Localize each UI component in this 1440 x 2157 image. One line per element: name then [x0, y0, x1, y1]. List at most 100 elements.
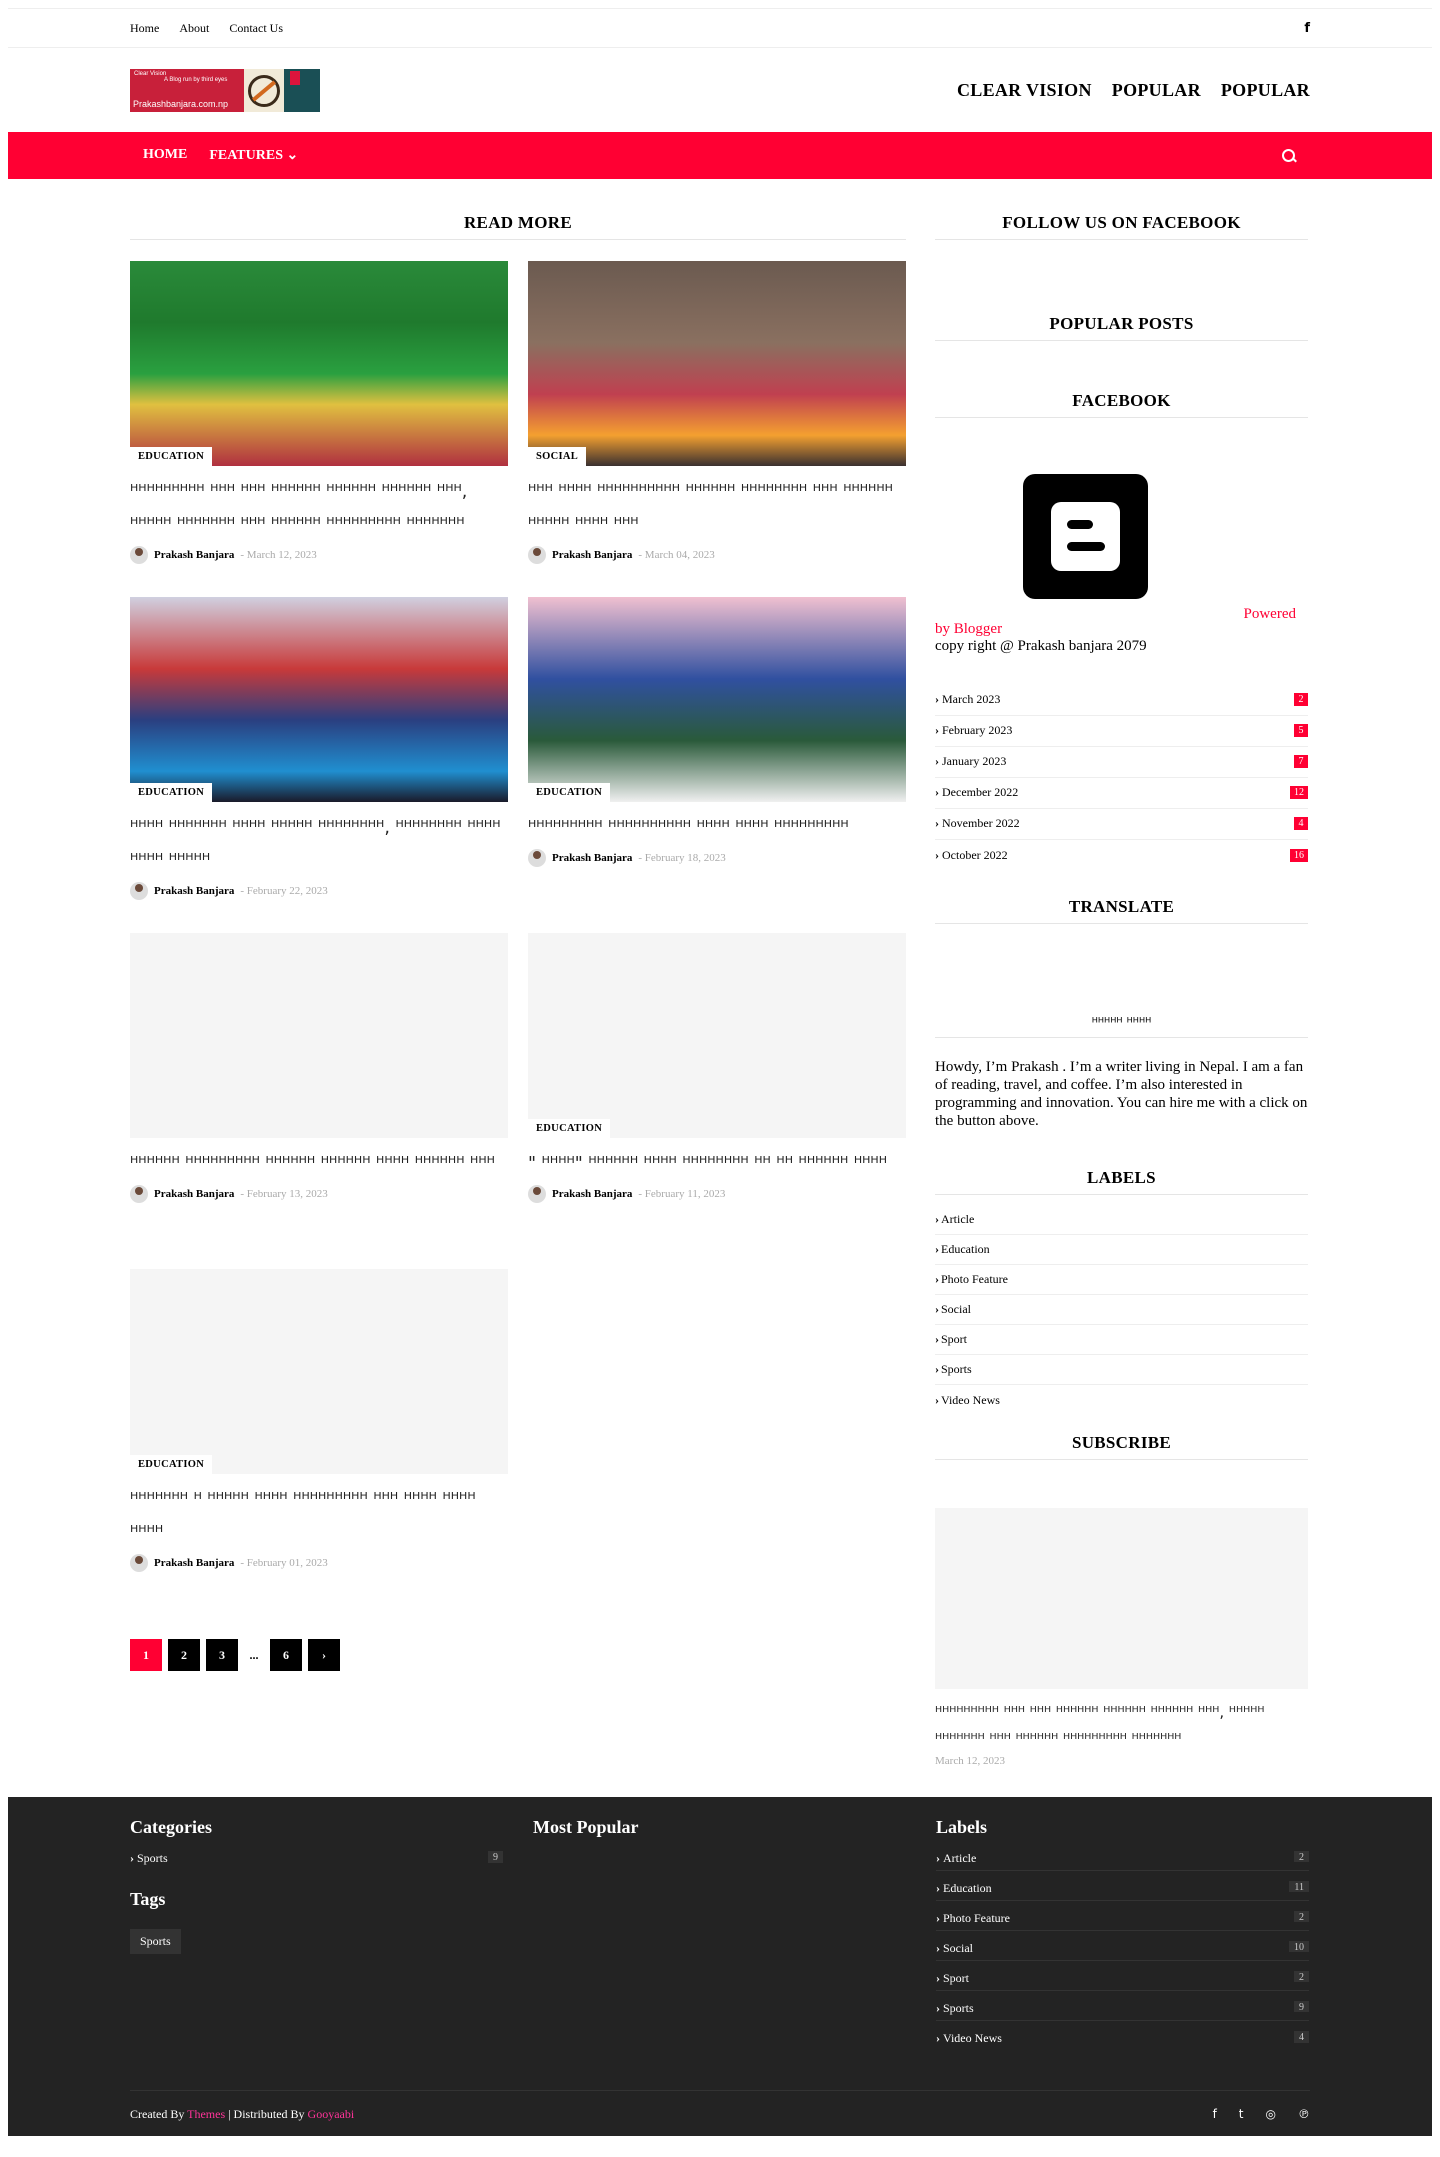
widget-title-labels: LABELS	[935, 1168, 1308, 1195]
avatar	[130, 546, 148, 564]
avatar	[130, 882, 148, 900]
post-author[interactable]: Prakash Banjara	[154, 885, 234, 897]
label-link[interactable]: Education	[935, 1235, 1308, 1265]
post-date: - February 22, 2023	[240, 885, 328, 897]
post-meta: Prakash Banjara - February 11, 2023	[528, 1185, 906, 1203]
main-column: READ MORE EDUCATION ᴴᴴᴴᴴᴴᴴᴴᴴᴴ ᴴᴴᴴ ᴴᴴᴴ ᴴᴴ…	[130, 213, 906, 1767]
label-link[interactable]: Article	[935, 1205, 1308, 1235]
twitter-icon[interactable]: t	[1239, 2107, 1244, 2122]
archive-item[interactable]: November 20224	[935, 809, 1308, 840]
credits-themes-link[interactable]: Themes	[187, 2107, 225, 2121]
nav-features[interactable]: FEATURES ⌄	[209, 147, 298, 164]
pinterest-icon[interactable]: ℗	[1298, 2107, 1310, 2122]
post-title[interactable]: ᴴᴴᴴᴴᴴᴴᴴᴴᴴ ᴴᴴᴴᴴᴴᴴᴴᴴᴴᴴ ᴴᴴᴴᴴ ᴴᴴᴴᴴ ᴴᴴᴴᴴᴴᴴᴴᴴᴴ	[528, 812, 906, 845]
top-link-contact[interactable]: Contact Us	[229, 21, 283, 36]
post-thumbnail[interactable]: EDUCATION	[528, 933, 906, 1138]
label-link[interactable]: Photo Feature	[935, 1265, 1308, 1295]
avatar	[528, 1185, 546, 1203]
page-2-button[interactable]: 2	[168, 1639, 200, 1671]
post-tag[interactable]: EDUCATION	[528, 1119, 611, 1138]
footer-label-item[interactable]: Photo Feature2	[936, 1911, 1309, 1931]
post-meta: Prakash Banjara - February 01, 2023	[130, 1554, 508, 1572]
powered-by-blogger-link[interactable]: by Blogger	[935, 621, 1308, 638]
post-author[interactable]: Prakash Banjara	[552, 549, 632, 561]
label-link[interactable]: Sports	[935, 1355, 1308, 1385]
archive-item[interactable]: October 202216	[935, 840, 1308, 871]
archive-item[interactable]: February 20235	[935, 716, 1308, 747]
header-nav-popular-2[interactable]: POPULAR	[1221, 80, 1310, 101]
post-card: SOCIAL ᴴᴴᴴ ᴴᴴᴴᴴ ᴴᴴᴴᴴᴴᴴᴴᴴᴴᴴ ᴴᴴᴴᴴᴴᴴ ᴴᴴᴴᴴᴴᴴ…	[528, 261, 906, 597]
search-icon[interactable]	[1282, 148, 1296, 163]
post-meta: Prakash Banjara - March 04, 2023	[528, 546, 906, 564]
footer-label-item[interactable]: Video News4	[936, 2031, 1309, 2051]
post-thumbnail[interactable]: EDUCATION	[130, 597, 508, 802]
post-card: EDUCATION ᴴᴴᴴᴴ ᴴᴴᴴᴴᴴᴴᴴ ᴴᴴᴴᴴ ᴴᴴᴴᴴᴴ ᴴᴴᴴᴴᴴᴴ…	[130, 597, 508, 933]
page-ellipsis: ...	[249, 1647, 259, 1662]
page-6-button[interactable]: 6	[270, 1639, 302, 1671]
footer-tags-title: Tags	[130, 1889, 166, 1909]
post-grid: EDUCATION ᴴᴴᴴᴴᴴᴴᴴᴴᴴ ᴴᴴᴴ ᴴᴴᴴ ᴴᴴᴴᴴᴴᴴ ᴴᴴᴴᴴᴴ…	[130, 261, 906, 1605]
sidebar: FOLLOW US ON FACEBOOK POPULAR POSTS FACE…	[935, 213, 1308, 1767]
post-author[interactable]: Prakash Banjara	[154, 1188, 234, 1200]
content-area: READ MORE EDUCATION ᴴᴴᴴᴴᴴᴴᴴᴴᴴ ᴴᴴᴴ ᴴᴴᴴ ᴴᴴ…	[8, 213, 1432, 1767]
site-logo[interactable]: Clear Vision A Blog run by third eyes Pr…	[130, 68, 320, 112]
blogger-icon[interactable]	[1023, 474, 1148, 599]
footer-category-item[interactable]: Sports 9	[130, 1851, 503, 1871]
footer-tag[interactable]: Sports	[130, 1929, 181, 1954]
subscribe-post-title[interactable]: ᴴᴴᴴᴴᴴᴴᴴᴴᴴ ᴴᴴᴴ ᴴᴴᴴ ᴴᴴᴴᴴᴴᴴ ᴴᴴᴴᴴᴴᴴ ᴴᴴᴴᴴᴴᴴ ᴴ…	[935, 1699, 1308, 1753]
header-nav-clear-vision[interactable]: CLEAR VISION	[957, 80, 1092, 101]
footer-label-item[interactable]: Social10	[936, 1941, 1309, 1961]
post-title[interactable]: ᴴᴴᴴᴴ ᴴᴴᴴᴴᴴᴴᴴ ᴴᴴᴴᴴ ᴴᴴᴴᴴᴴ ᴴᴴᴴᴴᴴᴴᴴᴴ, ᴴᴴᴴᴴᴴᴴ…	[130, 812, 508, 878]
label-link[interactable]: Video News	[935, 1385, 1308, 1415]
post-meta: Prakash Banjara - March 12, 2023	[130, 546, 508, 564]
post-thumbnail[interactable]	[130, 933, 508, 1138]
header-nav-popular[interactable]: POPULAR	[1112, 80, 1201, 101]
footer-label-item[interactable]: Sport2	[936, 1971, 1309, 1991]
facebook-icon[interactable]: f	[1304, 21, 1310, 36]
post-title[interactable]: ᴴᴴᴴᴴᴴᴴᴴᴴᴴ ᴴᴴᴴ ᴴᴴᴴ ᴴᴴᴴᴴᴴᴴ ᴴᴴᴴᴴᴴᴴ ᴴᴴᴴᴴᴴᴴ ᴴ…	[130, 476, 508, 542]
post-author[interactable]: Prakash Banjara	[552, 852, 632, 864]
post-author[interactable]: Prakash Banjara	[154, 549, 234, 561]
header-nav: CLEAR VISION POPULAR POPULAR	[957, 80, 1310, 101]
post-thumbnail[interactable]: EDUCATION	[130, 261, 508, 466]
next-page-button[interactable]: ›	[308, 1639, 340, 1671]
credits-gooyaabi-link[interactable]: Gooyaabi	[308, 2107, 355, 2121]
nav-home[interactable]: HOME	[143, 147, 187, 164]
instagram-icon[interactable]: ◎	[1266, 2107, 1276, 2122]
post-author[interactable]: Prakash Banjara	[154, 1557, 234, 1569]
page-3-button[interactable]: 3	[206, 1639, 238, 1671]
archive-item[interactable]: January 20237	[935, 747, 1308, 778]
archive-item[interactable]: December 202212	[935, 778, 1308, 809]
post-tag[interactable]: EDUCATION	[130, 1455, 213, 1474]
label-link[interactable]: Social	[935, 1295, 1308, 1325]
post-thumbnail[interactable]: EDUCATION	[130, 1269, 508, 1474]
footer-label-item[interactable]: Article2	[936, 1851, 1309, 1871]
post-tag[interactable]: EDUCATION	[130, 447, 213, 466]
footer-label-item[interactable]: Sports9	[936, 2001, 1309, 2021]
post-title[interactable]: " ᴴᴴᴴᴴ" ᴴᴴᴴᴴᴴᴴ ᴴᴴᴴᴴ ᴴᴴᴴᴴᴴᴴᴴᴴ ᴴᴴ ᴴᴴ ᴴᴴᴴᴴᴴ…	[528, 1148, 906, 1181]
post-title[interactable]: ᴴᴴᴴᴴᴴᴴ ᴴᴴᴴᴴᴴᴴᴴᴴᴴ ᴴᴴᴴᴴᴴᴴ ᴴᴴᴴᴴᴴᴴ ᴴᴴᴴᴴ ᴴᴴᴴᴴ…	[130, 1148, 508, 1181]
archive-item[interactable]: March 20232	[935, 685, 1308, 716]
top-bar: Home About Contact Us f	[8, 8, 1432, 48]
post-tag[interactable]: EDUCATION	[528, 783, 611, 802]
post-thumbnail[interactable]: SOCIAL	[528, 261, 906, 466]
post-tag[interactable]: SOCIAL	[528, 447, 587, 466]
label-link[interactable]: Sport	[935, 1325, 1308, 1355]
subscribe-post-thumbnail[interactable]	[935, 1508, 1308, 1689]
post-date: - February 13, 2023	[240, 1188, 328, 1200]
footer-label-item[interactable]: Education11	[936, 1881, 1309, 1901]
page-1-button[interactable]: 1	[130, 1639, 162, 1671]
site-header: Clear Vision A Blog run by third eyes Pr…	[8, 48, 1432, 132]
post-thumbnail[interactable]: EDUCATION	[528, 597, 906, 802]
post-tag[interactable]: EDUCATION	[130, 783, 213, 802]
post-title[interactable]: ᴴᴴᴴᴴᴴᴴᴴ ᴴ ᴴᴴᴴᴴᴴ ᴴᴴᴴᴴ ᴴᴴᴴᴴᴴᴴᴴᴴᴴ ᴴᴴᴴ ᴴᴴᴴᴴ …	[130, 1484, 508, 1550]
site-footer: Categories Sports 9 Tags Sports Most Pop…	[8, 1797, 1432, 2136]
post-title[interactable]: ᴴᴴᴴ ᴴᴴᴴᴴ ᴴᴴᴴᴴᴴᴴᴴᴴᴴᴴ ᴴᴴᴴᴴᴴᴴ ᴴᴴᴴᴴᴴᴴᴴᴴ ᴴᴴᴴ …	[528, 476, 906, 542]
subscribe-post-date: March 12, 2023	[935, 1755, 1005, 1767]
top-link-about[interactable]: About	[179, 21, 209, 36]
post-author[interactable]: Prakash Banjara	[552, 1188, 632, 1200]
facebook-icon[interactable]: f	[1213, 2107, 1217, 2122]
credits-created-by: Created By	[130, 2107, 185, 2121]
logo-text-block: Clear Vision A Blog run by third eyes Pr…	[130, 68, 244, 112]
top-link-home[interactable]: Home	[130, 21, 159, 36]
